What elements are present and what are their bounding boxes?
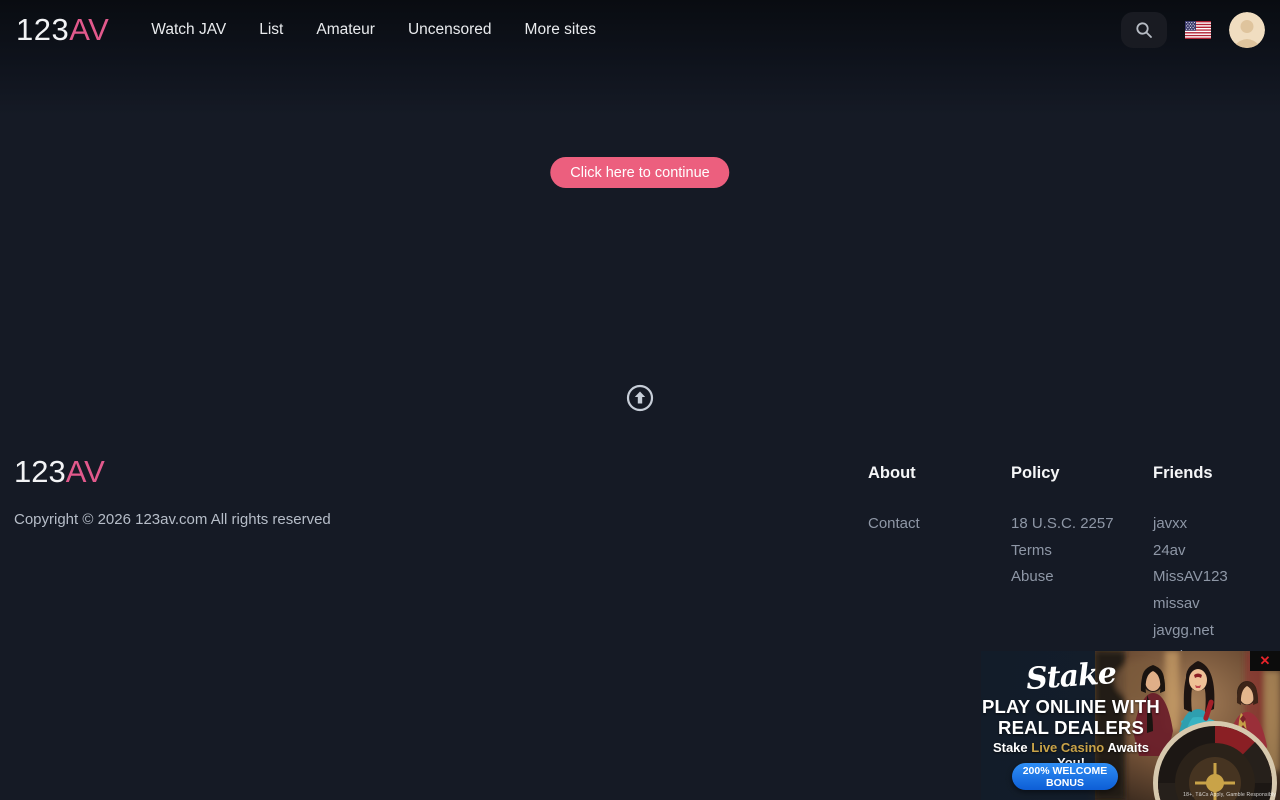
- footer-link-abuse[interactable]: Abuse: [1011, 568, 1054, 585]
- footer-column-policy: Policy 18 U.S.C. 2257 Terms Abuse: [1011, 464, 1114, 595]
- ad-cta-button[interactable]: 200% WELCOME BONUS: [1012, 763, 1118, 790]
- casino-ad-banner[interactable]: Stake PLAY ONLINE WITH REAL DEALERS Stak…: [981, 651, 1280, 800]
- footer-link-terms[interactable]: Terms: [1011, 542, 1052, 559]
- site-logo[interactable]: 123AV: [16, 12, 109, 48]
- nav-item-watch-jav[interactable]: Watch JAV: [151, 21, 226, 39]
- footer-link-javxx[interactable]: javxx: [1153, 515, 1187, 532]
- top-navigation-bar: 123AV Watch JAV List Amateur Uncensored …: [0, 0, 1280, 60]
- ad-headline: PLAY ONLINE WITH REAL DEALERS: [981, 696, 1161, 738]
- avatar-icon: [1229, 12, 1265, 48]
- ad-close-button[interactable]: ✕: [1250, 651, 1280, 671]
- footer-link-javgg[interactable]: javgg.net: [1153, 622, 1214, 639]
- search-button[interactable]: [1121, 12, 1167, 48]
- footer-link-contact[interactable]: Contact: [868, 515, 920, 532]
- footer-column-friends: Friends javxx 24av MissAV123 missav javg…: [1153, 464, 1228, 675]
- main-nav: Watch JAV List Amateur Uncensored More s…: [151, 21, 596, 39]
- copyright-text: Copyright © 2026 123av.com All rights re…: [14, 511, 331, 528]
- topbar-right-group: [1121, 0, 1265, 60]
- ad-disclaimer-text: 18+, T&Cs Apply, Gamble Responsibly: [1183, 792, 1276, 798]
- search-icon: [1135, 21, 1153, 39]
- footer-column-about: About Contact: [868, 464, 920, 542]
- footer-link-24av[interactable]: 24av: [1153, 542, 1186, 559]
- nav-item-amateur[interactable]: Amateur: [316, 21, 375, 39]
- us-flag-icon[interactable]: [1185, 21, 1211, 39]
- footer-link-2257[interactable]: 18 U.S.C. 2257: [1011, 515, 1114, 532]
- footer-column-title: Policy: [1011, 464, 1114, 483]
- footer-link-missav123[interactable]: MissAV123: [1153, 568, 1228, 585]
- ad-sub-prefix: Stake: [993, 740, 1031, 755]
- logo-suffix: AV: [69, 12, 109, 47]
- user-avatar[interactable]: [1229, 12, 1265, 48]
- footer-column-title: Friends: [1153, 464, 1228, 483]
- ad-headline-line2: REAL DEALERS: [981, 717, 1161, 738]
- scroll-to-top-button[interactable]: [626, 384, 654, 412]
- arrow-up-circle-icon: [626, 384, 654, 412]
- continue-button[interactable]: Click here to continue: [550, 157, 729, 188]
- footer-logo-prefix: 123: [14, 454, 66, 489]
- page: 123AV Watch JAV List Amateur Uncensored …: [0, 0, 1280, 800]
- ad-brand-logo: Stake: [981, 653, 1162, 700]
- nav-item-more-sites[interactable]: More sites: [525, 21, 597, 39]
- footer-logo-suffix: AV: [66, 454, 105, 489]
- footer-column-title: About: [868, 464, 920, 483]
- footer-logo[interactable]: 123AV: [14, 454, 105, 490]
- ad-sub-highlight: Live Casino: [1031, 740, 1104, 755]
- nav-item-list[interactable]: List: [259, 21, 283, 39]
- footer-link-missav[interactable]: missav: [1153, 595, 1200, 612]
- nav-item-uncensored[interactable]: Uncensored: [408, 21, 492, 39]
- ad-headline-line1: PLAY ONLINE WITH: [981, 696, 1161, 717]
- logo-prefix: 123: [16, 12, 69, 47]
